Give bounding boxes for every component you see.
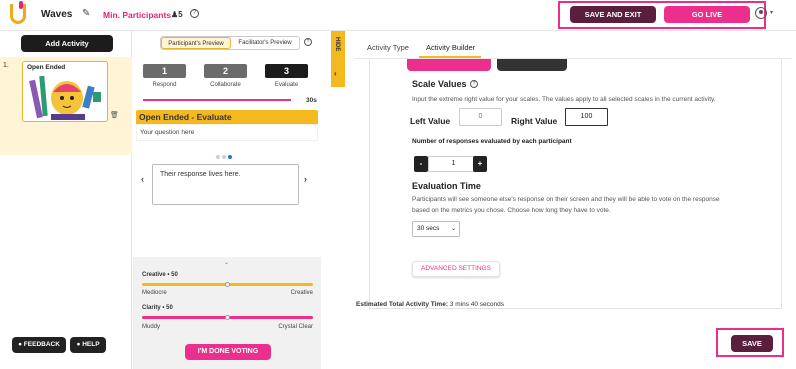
evaluation-time-description-2: based on the metrics you chose. Choose h…	[412, 207, 611, 214]
chevron-left-icon[interactable]: ‹	[141, 174, 144, 184]
slider-creative-name: Creative • 50	[142, 272, 178, 278]
slide-thumbnail[interactable]: Open Ended	[22, 61, 108, 122]
slider-clarity-value: 50	[166, 305, 173, 311]
participant-preview-panel: Participant's Preview Facilitator's Prev…	[133, 31, 321, 369]
step-evaluate-label: Evaluate	[274, 82, 299, 88]
open-ended-illustration	[29, 75, 101, 120]
step-collaborate: 2	[204, 64, 247, 78]
chevron-down-icon: ⌄	[450, 226, 456, 232]
responses-count-input[interactable]: 1	[428, 156, 479, 172]
slide-number: 1.	[3, 62, 9, 69]
scale-values-description: Input the extreme right value for your s…	[412, 96, 716, 103]
timer-text: 30s	[306, 97, 317, 104]
right-value-field[interactable]: 100	[565, 108, 608, 126]
slider-creative-min: Mediocre	[142, 290, 167, 296]
done-voting-button[interactable]: I'M DONE VOTING	[185, 344, 271, 360]
cutoff-dark-button[interactable]	[497, 59, 567, 71]
activity-question: Your question here	[136, 124, 318, 141]
participants-count-value: 5	[178, 10, 183, 19]
min-participants-label[interactable]: Min. Participants	[103, 10, 171, 20]
chevron-down-icon[interactable]: ⌄	[224, 259, 229, 266]
slider-clarity-handle[interactable]	[225, 315, 230, 320]
scale-values-heading: Scale Values	[412, 79, 467, 89]
tab-participants-preview[interactable]: Participant's Preview	[161, 37, 231, 49]
help-label: HELP	[82, 341, 100, 348]
step-evaluate: 3	[265, 64, 308, 78]
feedback-button[interactable]: ● FEEDBACK	[12, 337, 66, 353]
evaluation-time-description-1: Participants will see someone else's res…	[412, 196, 720, 203]
slider-creative-label: Creative	[142, 272, 166, 278]
pagination-dot[interactable]	[222, 155, 226, 159]
chevron-down-icon[interactable]: ▾	[770, 9, 773, 16]
hide-label: HIDE	[334, 37, 340, 52]
hide-preview-toggle[interactable]: HIDE ‹	[331, 31, 345, 87]
slider-clarity-label: Clarity	[142, 305, 161, 311]
go-live-button[interactable]: GO LIVE	[664, 6, 750, 23]
slider-creative-handle[interactable]	[225, 282, 230, 287]
slider-creative-value: 50	[171, 272, 178, 278]
top-bar: Waves ✎ Min. Participants ♟5 ? SAVE AND …	[0, 0, 796, 31]
activity-builder-panel: Activity Type Activity Builder Scale Val…	[345, 31, 796, 369]
step-collaborate-label: Collaborate	[210, 82, 241, 88]
tab-activity-builder[interactable]: Activity Builder	[426, 43, 475, 52]
edit-icon[interactable]: ✎	[82, 8, 90, 19]
increment-button[interactable]: +	[473, 156, 487, 172]
chevron-left-icon: ‹	[334, 69, 337, 78]
help-icon[interactable]: ?	[190, 9, 199, 18]
response-card: Their response lives here.	[152, 164, 299, 205]
slider-creative-max: Creative	[290, 290, 313, 296]
step-respond-label: Respond	[152, 82, 177, 88]
left-value-label: Left Value	[410, 116, 451, 126]
advanced-settings-button[interactable]: ADVANCED SETTINGS	[412, 261, 500, 277]
preview-tabs: Participant's Preview Facilitator's Prev…	[160, 36, 300, 50]
scale-values-help-icon[interactable]: ?	[470, 80, 478, 88]
chevron-right-icon[interactable]: ›	[304, 174, 307, 184]
evaluation-time-value: 30 secs	[417, 225, 440, 232]
right-value-label: Right Value	[511, 116, 558, 126]
step-respond: 1	[143, 64, 186, 78]
tab-facilitators-preview[interactable]: Facilitator's Preview	[231, 37, 299, 49]
avatar[interactable]	[755, 7, 767, 19]
slide-item[interactable]: 1. Open Ended 🗑	[0, 57, 132, 155]
slider-clarity-name: Clarity • 50	[142, 305, 173, 311]
estimated-time-label: Estimated Total Activity Time:	[356, 301, 448, 308]
decrement-button[interactable]: -	[414, 156, 428, 172]
save-button[interactable]: SAVE	[731, 335, 773, 352]
add-activity-button[interactable]: Add Activity	[21, 35, 113, 52]
pagination-dots	[216, 152, 234, 161]
timer-bar	[143, 99, 291, 101]
trash-icon[interactable]: 🗑	[110, 111, 119, 119]
activity-title: Open Ended - Evaluate	[136, 110, 318, 124]
feedback-label: FEEDBACK	[23, 341, 60, 348]
estimated-time-value: 3 mins 40 seconds	[449, 301, 504, 308]
preview-help-icon[interactable]: ?	[304, 38, 312, 46]
slider-clarity-max: Crystal Clear	[278, 324, 313, 330]
app-logo	[10, 1, 26, 24]
app-title: Waves	[41, 9, 73, 20]
evaluation-time-select[interactable]: 30 secs ⌄	[412, 221, 460, 237]
cutoff-pink-button[interactable]	[407, 59, 491, 71]
evaluation-time-heading: Evaluation Time	[412, 181, 481, 191]
estimated-time: Estimated Total Activity Time: 3 mins 40…	[356, 301, 504, 308]
tab-activity-type[interactable]: Activity Type	[367, 43, 409, 52]
help-button[interactable]: ● HELP	[70, 337, 106, 353]
slider-clarity-min: Muddy	[142, 324, 161, 330]
slides-sidebar: Add Activity 1. Open Ended 🗑 ● FEEDBACK …	[0, 31, 132, 369]
participants-count: ♟5	[171, 10, 183, 19]
pagination-dot-active[interactable]	[228, 155, 232, 159]
pagination-dot[interactable]	[216, 155, 220, 159]
save-and-exit-button[interactable]: SAVE AND EXIT	[570, 6, 656, 23]
left-value-field[interactable]: 0	[459, 108, 502, 126]
evaluation-sliders: ⌄ Creative • 50 Mediocre Creative Clarit…	[133, 257, 321, 369]
responses-heading: Number of responses evaluated by each pa…	[412, 138, 572, 145]
